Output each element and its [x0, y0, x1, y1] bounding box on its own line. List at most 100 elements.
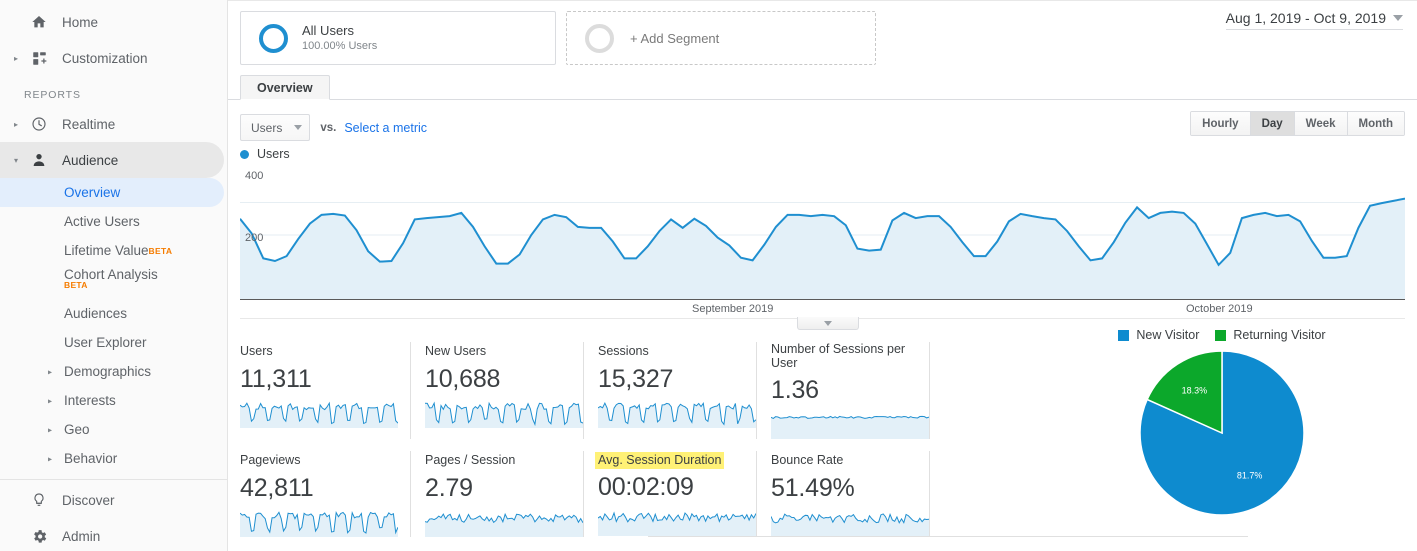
metric-card-pageviews[interactable]: Pageviews 42,811 [240, 451, 411, 537]
metric-label: New Users [425, 344, 487, 358]
sidebar-item-audiences[interactable]: Audiences [0, 299, 227, 328]
tab-strip: Overview [228, 75, 1417, 100]
metric-value: 10,688 [425, 365, 501, 393]
sidebar-item-interests[interactable]: ▸ Interests [0, 386, 227, 415]
sparkline [425, 398, 583, 428]
granularity-hourly[interactable]: Hourly [1191, 112, 1251, 135]
sidebar-item-customization[interactable]: ▸ Customization [0, 40, 227, 76]
sidebar: ▸ Home ▸ Customization REPORTS ▸ [0, 0, 228, 551]
chevron-down-icon [824, 320, 832, 326]
chevron-down-icon [294, 125, 303, 130]
sparkline [771, 507, 929, 537]
sidebar-item-label: Realtime [62, 116, 116, 132]
add-segment-button[interactable]: + Add Segment [566, 11, 876, 65]
chevron-down-icon [1393, 15, 1403, 21]
metric-cards-grid: Users 11,311 New Users 10,688 Sessions 1… [240, 342, 930, 537]
sidebar-item-behavior[interactable]: ▸ Behavior [0, 444, 227, 473]
pie-legend-item-new-visitor[interactable]: New Visitor [1118, 328, 1199, 342]
sidebar-item-home[interactable]: ▸ Home [0, 4, 227, 40]
metric-label: Pageviews [240, 453, 301, 467]
metric-card-avg-session-duration[interactable]: Avg. Session Duration 00:02:09 [584, 451, 757, 537]
main-content: All Users 100.00% Users + Add Segment Au… [228, 0, 1417, 551]
metric-value: 51.49% [771, 474, 855, 502]
sparkline [240, 507, 398, 537]
sidebar-item-overview[interactable]: Overview [0, 178, 224, 207]
metrics-section: Users 11,311 New Users 10,688 Sessions 1… [228, 320, 1417, 537]
legend-swatch-icon [1118, 329, 1130, 341]
metric-value: 2.79 [425, 474, 473, 502]
granularity-month[interactable]: Month [1347, 112, 1404, 135]
metric-select[interactable]: Users [240, 114, 311, 141]
metric-card-users[interactable]: Users 11,311 [240, 342, 411, 439]
pie-legend-label: Returning Visitor [1233, 328, 1326, 342]
sidebar-item-user-explorer[interactable]: User Explorer [0, 328, 227, 357]
select-a-metric-link[interactable]: Select a metric [344, 121, 427, 135]
sidebar-item-label: Home [62, 14, 99, 30]
segment-ring-icon [259, 23, 288, 53]
metric-cards-row: Users 11,311 New Users 10,688 Sessions 1… [240, 342, 930, 439]
customization-icon [24, 51, 54, 66]
beta-badge: BETA [148, 245, 173, 256]
sidebar-subitem-label: Active Users [64, 214, 140, 229]
users-timeseries-chart[interactable]: 400 200 [240, 170, 1405, 300]
sidebar-item-geo[interactable]: ▸ Geo [0, 415, 227, 444]
granularity-label: Day [1261, 117, 1283, 130]
sidebar-item-label: Discover [62, 492, 115, 508]
metric-card-pages-per-session[interactable]: Pages / Session 2.79 [411, 451, 584, 537]
metric-value: 42,811 [240, 474, 314, 502]
granularity-week[interactable]: Week [1294, 112, 1348, 135]
sidebar-divider [0, 479, 227, 480]
new-vs-returning-pie: New Visitor Returning Visitor 81.7% 18.3% [1057, 320, 1387, 516]
chart-collapse-handle[interactable] [797, 317, 859, 330]
sidebar-item-active-users[interactable]: Active Users [0, 207, 227, 236]
chart-legend: Users [228, 142, 1417, 164]
sparkline [598, 398, 756, 428]
beta-badge: BETA [64, 280, 88, 290]
metric-value: 1.36 [771, 376, 819, 404]
metric-value: 15,327 [598, 365, 674, 393]
sidebar-item-lifetime-value[interactable]: Lifetime Value BETA [0, 236, 227, 265]
tab-overview[interactable]: Overview [240, 75, 330, 100]
metric-label: Users [240, 344, 273, 358]
legend-dot-icon [240, 149, 249, 159]
metric-label: Avg. Session Duration [595, 452, 725, 469]
date-range-picker[interactable]: Aug 1, 2019 - Oct 9, 2019 [1225, 10, 1403, 30]
clock-icon [24, 116, 54, 132]
sidebar-subitem-label: User Explorer [64, 335, 147, 350]
sidebar-item-admin[interactable]: ▸ Admin [0, 518, 227, 551]
granularity-label: Hourly [1202, 117, 1239, 130]
metric-card-bounce-rate[interactable]: Bounce Rate 51.49% [757, 451, 930, 537]
metric-card-sessions-per-user[interactable]: Number of Sessions per User 1.36 [757, 342, 930, 439]
pie-legend-item-returning-visitor[interactable]: Returning Visitor [1215, 328, 1326, 342]
y-axis-tick-200: 200 [245, 232, 264, 244]
sparkline [240, 398, 398, 428]
sidebar-item-realtime[interactable]: ▸ Realtime [0, 106, 227, 142]
metric-card-sessions[interactable]: Sessions 15,327 [584, 342, 757, 439]
sparkline [425, 507, 583, 537]
sidebar-item-cohort-analysis[interactable]: Cohort Analysis BETA [0, 265, 227, 299]
metric-cards-row: Pageviews 42,811 Pages / Session 2.79 Av… [240, 451, 930, 537]
chevron-right-icon: ▸ [13, 53, 18, 63]
sidebar-item-demographics[interactable]: ▸ Demographics [0, 357, 227, 386]
analytics-overview-page: ▸ Home ▸ Customization REPORTS ▸ [0, 0, 1417, 551]
sidebar-item-label: Admin [62, 528, 101, 544]
metric-label: Bounce Rate [771, 453, 844, 467]
granularity-toggle-group: Hourly Day Week Month [1190, 111, 1405, 136]
metric-card-new-users[interactable]: New Users 10,688 [411, 342, 584, 439]
metric-select-value: Users [251, 120, 283, 135]
sidebar-item-label: Customization [62, 50, 148, 66]
segment-title: All Users [302, 22, 355, 38]
pie-legend: New Visitor Returning Visitor [1057, 320, 1387, 342]
sidebar-item-label: Audience [62, 152, 119, 168]
sidebar-item-audience[interactable]: ▾ Audience [0, 142, 224, 178]
y-axis-tick-400: 400 [245, 170, 264, 182]
segment-all-users[interactable]: All Users 100.00% Users [240, 11, 556, 65]
chevron-right-icon: ▸ [48, 425, 53, 434]
chart-plot-area [240, 170, 1405, 300]
sidebar-item-discover[interactable]: ▸ Discover [0, 482, 227, 518]
metric-label: Number of Sessions per User [771, 342, 906, 370]
sidebar-section-reports: REPORTS [24, 89, 81, 101]
metric-label: Pages / Session [425, 453, 516, 467]
granularity-day[interactable]: Day [1250, 112, 1295, 135]
pie-chart-graphic[interactable]: 81.7% 18.3% [1139, 350, 1305, 516]
